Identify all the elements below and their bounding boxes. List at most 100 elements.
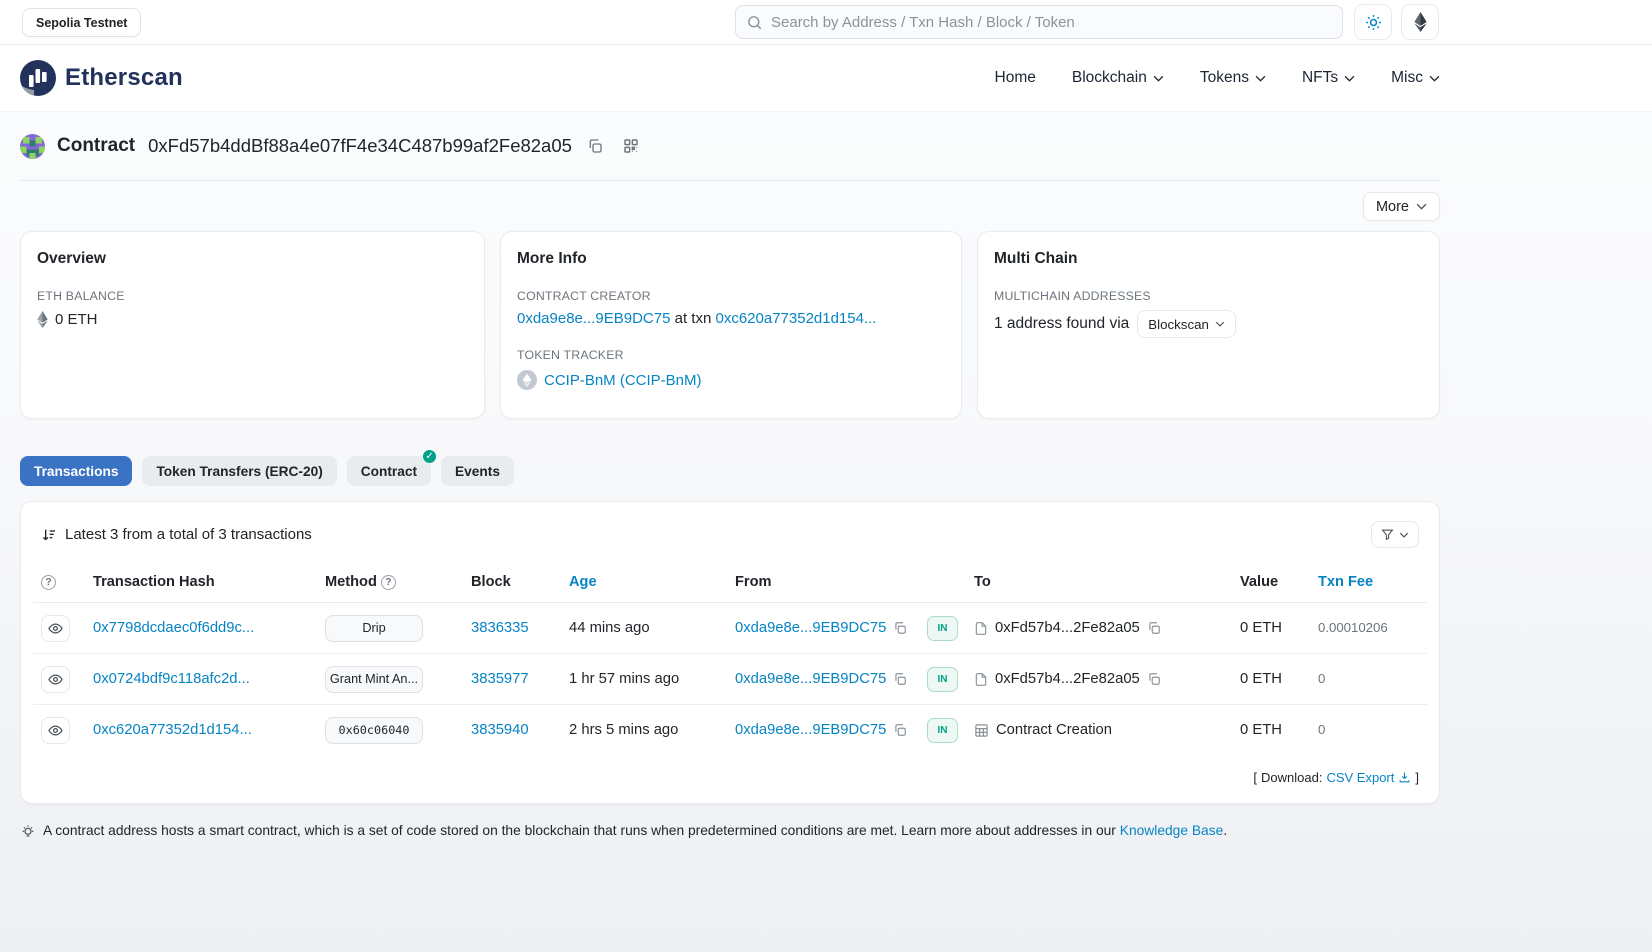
transactions-panel: Latest 3 from a total of 3 transactions … [20,501,1440,804]
col-age-toggle[interactable]: Age [569,574,597,590]
eye-icon [48,723,63,738]
copy-icon[interactable] [893,672,907,686]
txn-fee-cell: 0.00010206 [1318,620,1388,635]
help-icon[interactable]: ? [381,575,396,590]
txn-hash-link[interactable]: 0x0724bdf9c118afc2d... [93,671,250,687]
txn-hash-link[interactable]: 0x7798dcdaec0f6dd9c... [93,620,254,636]
multichain-title: Multi Chain [994,250,1423,268]
nav-home-label: Home [995,69,1036,87]
eth-balance-label: ETH BALANCE [37,289,468,303]
blockscan-dropdown-button[interactable]: Blockscan [1137,310,1236,338]
nav-misc-label: Misc [1391,69,1423,87]
csv-export-link[interactable]: CSV Export [1326,770,1394,785]
contract-file-icon [974,621,988,636]
transactions-summary: Latest 3 from a total of 3 transactions [65,526,312,543]
theme-toggle-button[interactable] [1354,4,1392,40]
txn-fee-cell: 0 [1318,671,1325,686]
value-cell: 0 ETH [1240,620,1282,636]
from-address-link[interactable]: 0xda9e8e...9EB9DC75 [735,671,886,687]
to-address: 0xFd57b4...2Fe82a05 [995,671,1140,687]
contract-creation-icon [974,723,989,738]
copy-icon[interactable] [1147,672,1161,686]
copy-address-button[interactable] [582,133,608,159]
copy-icon [587,138,603,154]
help-icon[interactable]: ? [41,575,56,590]
block-link[interactable]: 3836335 [471,620,529,636]
main-header: Etherscan Home Blockchain Tokens NFTs Mi… [0,45,1652,112]
chevron-down-icon [1215,321,1225,327]
col-to: To [966,562,1232,603]
etherscan-logo-icon [20,60,56,96]
search-icon [746,14,771,31]
from-address-link[interactable]: 0xda9e8e...9EB9DC75 [735,620,886,636]
verified-check-icon: ✓ [422,449,437,464]
nav-blockchain[interactable]: Blockchain [1072,69,1164,87]
contract-creator-label: CONTRACT CREATOR [517,289,945,303]
more-dropdown-button[interactable]: More [1363,192,1440,221]
creation-txn-link[interactable]: 0xc620a77352d1d154... [715,310,876,327]
tab-token-transfers-label: Token Transfers (ERC-20) [156,464,322,479]
method-badge[interactable]: Drip [325,615,423,642]
nav-nfts[interactable]: NFTs [1302,69,1355,87]
col-txn-fee-toggle[interactable]: Txn Fee [1318,574,1373,590]
knowledge-base-link[interactable]: Knowledge Base [1120,823,1224,838]
value-cell: 0 ETH [1240,722,1282,738]
tab-transactions[interactable]: Transactions [20,456,132,486]
download-label: Download: [1261,770,1322,785]
search-input[interactable] [771,14,1332,31]
lightbulb-icon [20,823,36,840]
footer-note-text: A contract address hosts a smart contrac… [43,823,1116,838]
direction-badge: IN [927,718,958,743]
txn-hash-link[interactable]: 0xc620a77352d1d154... [93,722,252,738]
search-bar[interactable] [735,5,1343,39]
copy-icon[interactable] [1147,621,1161,635]
age-value: 2 hrs 5 mins ago [569,722,678,738]
txn-fee-cell: 0 [1318,722,1325,737]
network-badge[interactable]: Sepolia Testnet [22,8,141,37]
copy-icon[interactable] [893,723,907,737]
from-address-link[interactable]: 0xda9e8e...9EB9DC75 [735,722,886,738]
chevron-down-icon [1344,75,1355,82]
filter-button[interactable] [1371,521,1419,548]
eye-icon [48,672,63,687]
copy-icon[interactable] [893,621,907,635]
view-txn-details-button[interactable] [41,666,70,693]
tab-transactions-label: Transactions [34,464,118,479]
etherscan-logo[interactable]: Etherscan [20,60,183,96]
tab-token-transfers[interactable]: Token Transfers (ERC-20) [142,456,336,486]
more-info-title: More Info [517,250,945,268]
view-txn-details-button[interactable] [41,615,70,642]
qr-code-button[interactable] [618,133,644,159]
token-tracker-link[interactable]: CCIP-BnM (CCIP-BnM) [544,372,702,389]
more-label: More [1376,199,1409,215]
nav-tokens[interactable]: Tokens [1200,69,1266,87]
tab-contract-label: Contract [361,464,417,479]
chevron-down-icon [1429,75,1440,82]
at-txn-text: at txn [675,310,712,327]
nav-misc[interactable]: Misc [1391,69,1440,87]
network-selector-button[interactable] [1401,4,1439,40]
overview-card: Overview ETH BALANCE 0 ETH [20,231,485,419]
transaction-row: 0xc620a77352d1d154... 0x60c06040 3835940… [33,705,1427,756]
block-link[interactable]: 3835940 [471,722,529,738]
method-badge[interactable]: 0x60c06040 [325,717,423,744]
more-info-card: More Info CONTRACT CREATOR 0xda9e8e...9E… [500,231,962,419]
nav-blockchain-label: Blockchain [1072,69,1147,87]
view-txn-details-button[interactable] [41,717,70,744]
tab-contract[interactable]: Contract ✓ [347,456,431,486]
tab-events[interactable]: Events [441,456,514,486]
value-cell: 0 ETH [1240,671,1282,687]
overview-title: Overview [37,250,468,268]
creator-address-link[interactable]: 0xda9e8e...9EB9DC75 [517,310,670,327]
download-bracket-close: ] [1415,770,1419,785]
transaction-row: 0x7798dcdaec0f6dd9c... Drip 3836335 44 m… [33,603,1427,654]
brand-name: Etherscan [65,64,183,92]
col-value: Value [1232,562,1310,603]
block-link[interactable]: 3835977 [471,671,529,687]
nav-home[interactable]: Home [995,69,1036,87]
method-badge[interactable]: Grant Mint An... [325,666,423,693]
contract-address: 0xFd57b4ddBf88a4e07fF4e34C487b99af2Fe82a… [148,135,572,157]
sun-icon [1365,14,1382,31]
page-title: Contract [57,135,135,157]
contract-header: Contract 0xFd57b4ddBf88a4e07fF4e34C487b9… [20,112,1440,159]
